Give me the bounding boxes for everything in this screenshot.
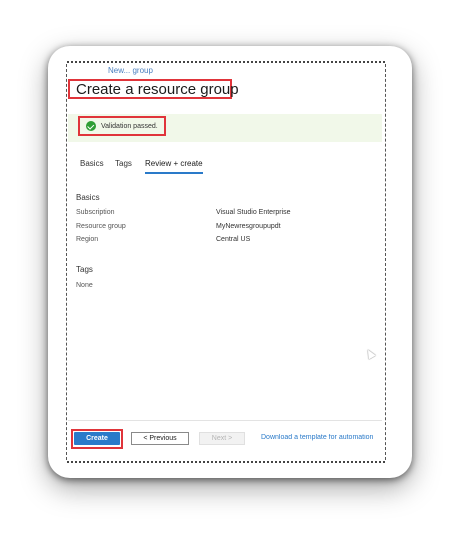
active-tab-indicator (145, 172, 203, 174)
validation-message: Validation passed. (101, 122, 158, 130)
check-circle-icon (86, 121, 96, 131)
footer-divider (68, 420, 382, 421)
subscription-value: Visual Studio Enterprise (216, 209, 291, 216)
validation-highlight: Validation passed. (78, 116, 166, 136)
tags-value: None (76, 282, 93, 289)
page-title: Create a resource group (76, 80, 239, 98)
region-label: Region (76, 236, 99, 243)
breadcrumb[interactable]: New... group (108, 66, 153, 75)
previous-button[interactable]: < Previous (131, 432, 189, 445)
download-template-link[interactable]: Download a template for automation (261, 434, 379, 441)
tab-tags[interactable]: Tags (115, 159, 132, 168)
next-button[interactable]: Next > (199, 432, 245, 445)
create-button[interactable]: Create (74, 432, 120, 445)
tab-review-create[interactable]: Review + create (145, 159, 203, 168)
subscription-label: Subscription (76, 209, 115, 216)
resource-group-value: MyNewresgroupupdt (216, 223, 281, 230)
screenshot-stage: New... group Create a resource group Val… (0, 0, 474, 538)
basics-heading: Basics (76, 193, 100, 202)
region-value: Central US (216, 236, 251, 243)
tags-heading: Tags (76, 265, 93, 274)
tab-basics[interactable]: Basics (80, 159, 104, 168)
torn-edge-bottom (67, 455, 385, 463)
title-highlight: Create a resource group (68, 79, 239, 99)
resource-group-label: Resource group (76, 223, 126, 230)
